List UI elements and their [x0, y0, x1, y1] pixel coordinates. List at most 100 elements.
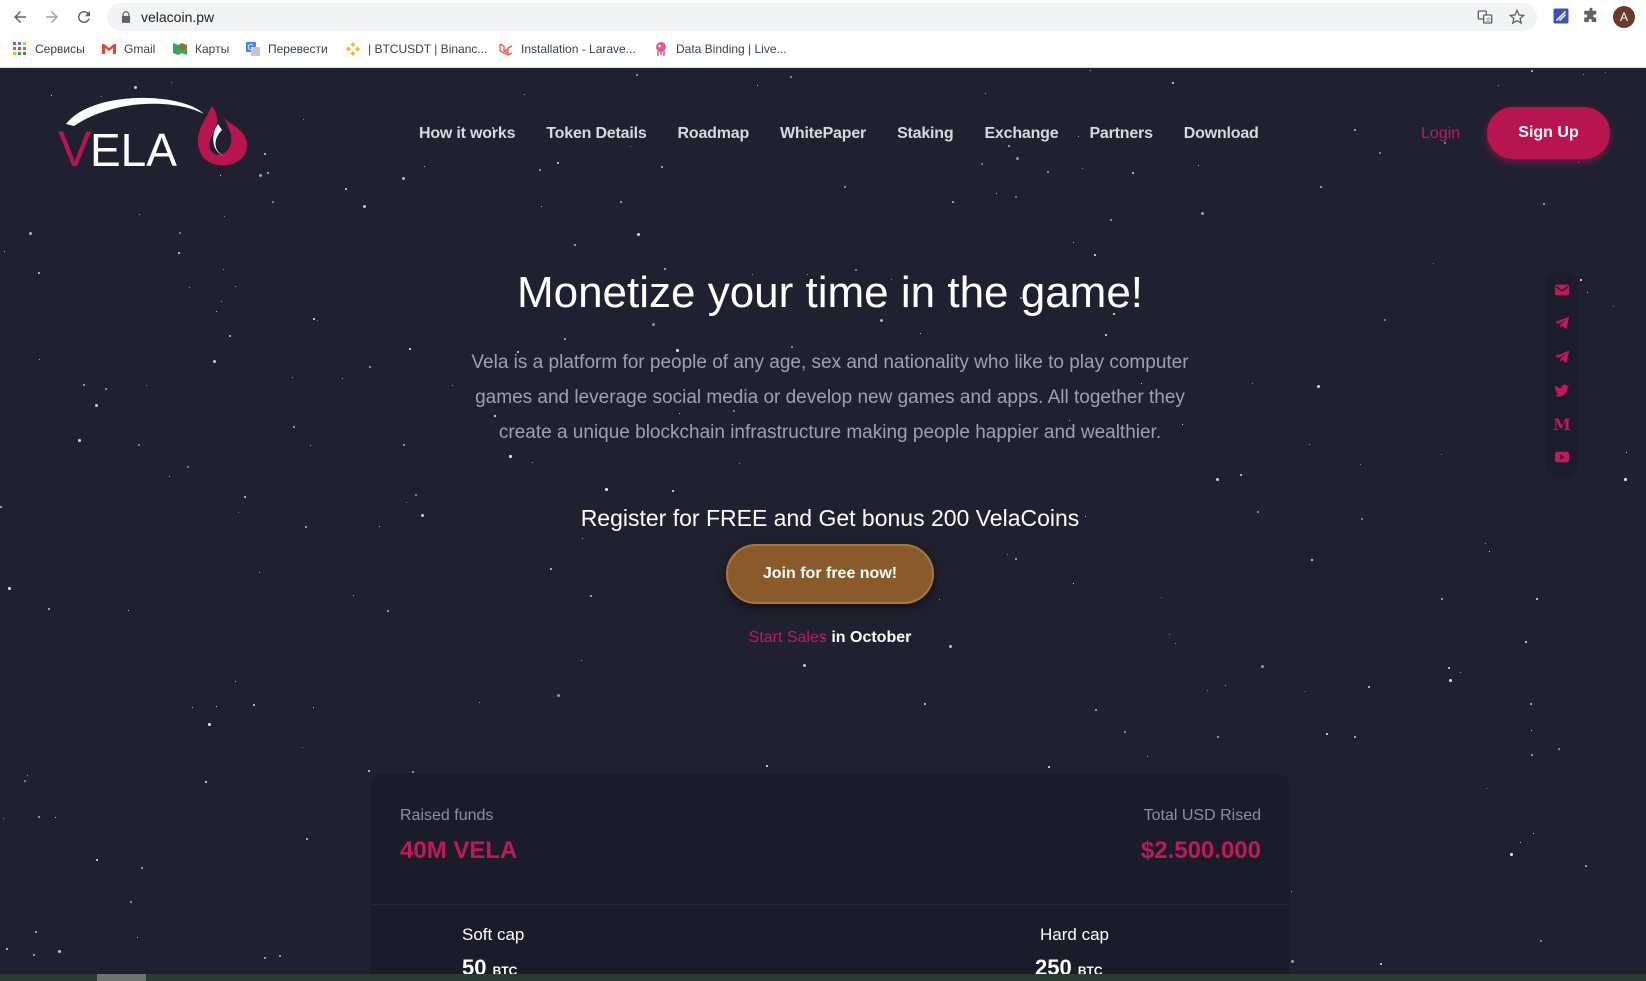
star — [259, 572, 260, 573]
maps-icon — [173, 43, 187, 55]
star — [582, 538, 583, 539]
nav-roadmap[interactable]: Roadmap — [678, 125, 750, 143]
forward-icon[interactable] — [40, 5, 64, 29]
star — [1533, 833, 1534, 834]
join-free-button[interactable]: Join for free now! — [726, 544, 934, 604]
star — [1015, 196, 1017, 198]
star — [317, 320, 318, 321]
star — [302, 747, 303, 748]
telegram-icon[interactable] — [1553, 314, 1571, 332]
star — [1354, 736, 1356, 738]
star — [1261, 665, 1264, 668]
star — [1485, 543, 1486, 544]
extension-app-icon[interactable] — [1552, 7, 1570, 25]
start-sales-highlight: Start Sales — [748, 629, 827, 646]
card-divider — [371, 904, 1290, 905]
star — [1047, 171, 1049, 173]
star — [636, 74, 638, 76]
back-icon[interactable] — [8, 5, 32, 29]
bookmark-apps[interactable]: Сервисы — [12, 39, 85, 59]
bookmark-translate[interactable]: G Перевести — [245, 39, 328, 59]
star — [1441, 598, 1443, 600]
star — [4, 251, 5, 252]
star — [1384, 319, 1386, 321]
profile-avatar[interactable]: A — [1613, 6, 1635, 28]
star — [790, 76, 792, 78]
star — [178, 252, 180, 254]
star — [532, 462, 533, 463]
vela-logo[interactable]: V ELA — [52, 96, 248, 170]
medium-icon[interactable]: M — [1553, 415, 1571, 434]
translate-page-icon[interactable]: 文 — [1477, 9, 1493, 25]
telegram-icon[interactable] — [1553, 348, 1571, 366]
binance-icon — [346, 42, 360, 56]
nav-how-it-works[interactable]: How it works — [419, 125, 515, 143]
star — [1147, 756, 1148, 757]
star — [920, 333, 921, 334]
bookmark-livewire[interactable]: Data Binding | Live... — [653, 39, 787, 59]
star — [96, 859, 98, 861]
star — [409, 348, 411, 350]
nav-download[interactable]: Download — [1184, 125, 1259, 143]
star — [138, 444, 140, 446]
mail-icon[interactable] — [1553, 281, 1571, 299]
star — [24, 780, 26, 782]
star — [1605, 72, 1606, 73]
nav-partners[interactable]: Partners — [1089, 125, 1153, 143]
star — [637, 233, 640, 236]
star — [306, 838, 308, 840]
login-link[interactable]: Login — [1421, 125, 1460, 143]
signup-button[interactable]: Sign Up — [1487, 107, 1610, 159]
star — [205, 781, 207, 783]
star — [924, 703, 926, 705]
bookmark-laravel[interactable]: Installation - Larave... — [498, 39, 636, 59]
svg-text:ELA: ELA — [90, 124, 177, 170]
scrollbar-thumb[interactable] — [97, 974, 146, 981]
star — [1540, 940, 1542, 942]
bookmark-gmail[interactable]: Gmail — [101, 39, 155, 59]
star — [213, 360, 216, 363]
star — [557, 694, 560, 697]
horizontal-scrollbar[interactable] — [0, 974, 1646, 981]
star — [1543, 203, 1545, 205]
star — [985, 93, 986, 94]
star — [1240, 474, 1242, 476]
star — [1198, 165, 1199, 166]
star — [1368, 686, 1370, 688]
bookmark-maps[interactable]: Карты — [172, 39, 229, 59]
nav-exchange[interactable]: Exchange — [984, 125, 1058, 143]
address-bar[interactable]: velacoin.pw 文 — [107, 3, 1537, 31]
star — [1379, 152, 1381, 154]
extensions-puzzle-icon[interactable] — [1582, 7, 1600, 25]
star — [630, 146, 631, 147]
star — [83, 384, 85, 386]
star — [1624, 478, 1627, 481]
reload-icon[interactable] — [72, 5, 96, 29]
youtube-icon[interactable] — [1553, 448, 1571, 466]
star — [8, 587, 11, 590]
star — [757, 85, 758, 86]
bookmark-binance[interactable]: | BTCUSDT | Binanc... — [345, 39, 487, 59]
star — [1216, 478, 1219, 481]
twitter-icon[interactable] — [1553, 382, 1571, 400]
bookmarks-bar: Сервисы Gmail Карты G Перевести | BTCUSD… — [0, 36, 1646, 62]
bookmark-star-icon[interactable] — [1509, 9, 1525, 25]
total-usd-label: Total USD Rised — [1143, 807, 1261, 824]
star — [1207, 690, 1208, 691]
website-page: V ELA How it works Token Details Roadmap… — [0, 68, 1646, 981]
soft-cap-label: Soft cap — [462, 925, 525, 944]
star — [1449, 679, 1452, 682]
nav-whitepaper[interactable]: WhitePaper — [780, 125, 866, 143]
star — [1305, 691, 1306, 692]
laravel-icon — [499, 43, 513, 56]
star — [244, 496, 246, 498]
star — [1433, 263, 1434, 264]
svg-text:G: G — [248, 43, 254, 52]
star — [313, 707, 314, 708]
nav-token-details[interactable]: Token Details — [546, 125, 646, 143]
svg-text:V: V — [58, 121, 92, 170]
star — [541, 206, 542, 207]
nav-staking[interactable]: Staking — [897, 125, 954, 143]
star — [415, 494, 417, 496]
star — [279, 955, 281, 957]
